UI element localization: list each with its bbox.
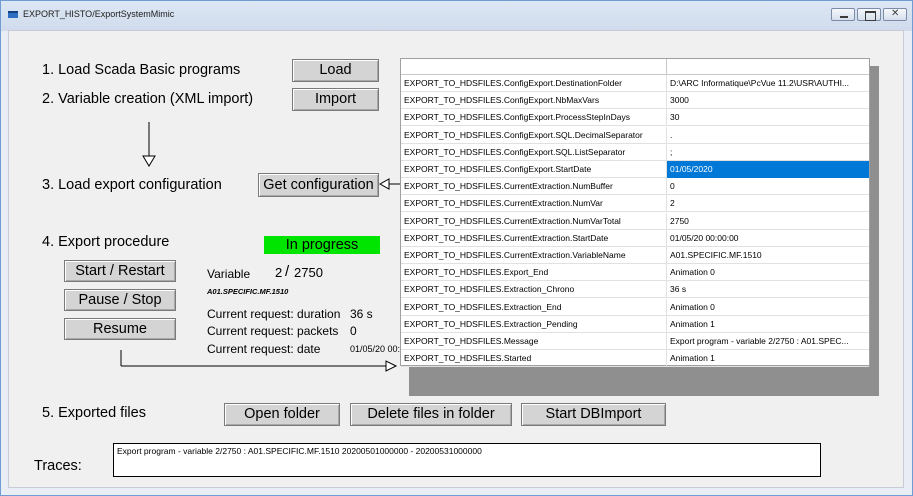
row-name-cell: EXPORT_TO_HDSFILES.Extraction_Pending xyxy=(404,318,578,329)
row-value-cell: . xyxy=(666,126,869,144)
table-row[interactable]: EXPORT_TO_HDSFILES.ConfigExport.StartDat… xyxy=(401,161,869,178)
row-name-cell: EXPORT_TO_HDSFILES.ConfigExport.StartDat… xyxy=(404,164,592,174)
table-row[interactable]: EXPORT_TO_HDSFILES.Extraction_Pending Ani… xyxy=(401,315,869,333)
row-value-cell: 2750 xyxy=(666,212,869,230)
config-arrow-head xyxy=(378,178,390,190)
row-value-cell: 01/05/2020 xyxy=(666,161,869,178)
table-row[interactable]: EXPORT_TO_HDSFILES.CurrentExtraction.Num… xyxy=(401,212,869,230)
table-arrow xyxy=(120,350,398,372)
row-value-cell: ; xyxy=(666,143,869,161)
table-row[interactable]: EXPORT_TO_HDSFILES.CurrentExtraction.Num… xyxy=(401,178,869,196)
row-name-cell: EXPORT_TO_HDSFILES.CurrentExtraction.Num… xyxy=(404,198,603,209)
row-value-cell: 2 xyxy=(666,195,869,213)
table-row[interactable]: EXPORT_TO_HDSFILES.CurrentExtraction.Num… xyxy=(401,195,869,213)
row-name-cell: EXPORT_TO_HDSFILES.CurrentExtraction.Sta… xyxy=(404,232,609,243)
row-name-cell: EXPORT_TO_HDSFILES.Extraction_End xyxy=(404,301,562,312)
table-row[interactable]: EXPORT_TO_HDSFILES.Extraction_Chrono 36 s xyxy=(401,281,869,299)
row-name-cell: EXPORT_TO_HDSFILES.Extraction_Chrono xyxy=(404,284,575,295)
row-name-cell: EXPORT_TO_HDSFILES.ConfigExport.ProcessS… xyxy=(404,112,630,123)
table-row[interactable]: EXPORT_TO_HDSFILES.CurrentExtraction.Sta… xyxy=(401,229,869,247)
row-name-cell: EXPORT_TO_HDSFILES.Message xyxy=(404,336,539,346)
traces-label: Traces: xyxy=(34,458,82,474)
row-value-cell: D:\ARC Informatique\PcVue 11.2\USR\AUTHI… xyxy=(666,75,869,92)
row-value-cell: 36 s xyxy=(666,281,869,299)
down-arrow-head xyxy=(142,155,156,167)
row-name-cell: EXPORT_TO_HDSFILES.ConfigExport.SQL.List… xyxy=(404,146,626,157)
row-value-cell: Animation 1 xyxy=(666,315,869,333)
table-row[interactable]: EXPORT_TO_HDSFILES.ConfigExport.SQL.Deci… xyxy=(401,126,869,144)
row-name-cell: EXPORT_TO_HDSFILES.CurrentExtraction.Num… xyxy=(404,181,613,192)
table-row[interactable]: EXPORT_TO_HDSFILES.Started Animation 1 xyxy=(401,350,869,368)
table-row[interactable]: EXPORT_TO_HDSFILES.ConfigExport.SQL.List… xyxy=(401,143,869,161)
row-name-cell: EXPORT_TO_HDSFILES.ConfigExport.NbMaxVar… xyxy=(404,95,600,106)
row-value-cell: Animation 0 xyxy=(666,264,869,282)
row-name-cell: EXPORT_TO_HDSFILES.ConfigExport.Destinat… xyxy=(404,78,622,88)
table-row[interactable]: EXPORT_TO_HDSFILES.Export_End Animation 0 xyxy=(401,264,869,282)
row-name-cell: EXPORT_TO_HDSFILES.CurrentExtraction.Num… xyxy=(404,215,621,226)
row-value-cell: 3000 xyxy=(666,92,869,110)
row-value-cell: 01/05/20 00:00:00 xyxy=(666,229,869,247)
table-row[interactable]: EXPORT_TO_HDSFILES.CurrentExtraction.Var… xyxy=(401,247,869,264)
table-row[interactable]: EXPORT_TO_HDSFILES.Message Export program… xyxy=(401,333,869,350)
row-value-cell: Export program - variable 2/2750 : A01.S… xyxy=(666,333,869,350)
row-name-cell: EXPORT_TO_HDSFILES.ConfigExport.SQL.Deci… xyxy=(404,129,643,140)
row-name-cell: EXPORT_TO_HDSFILES.Started xyxy=(404,353,532,364)
table-arrow-head xyxy=(385,360,398,372)
config-arrow xyxy=(378,178,402,190)
row-value-cell: 30 xyxy=(666,109,869,127)
config-table[interactable]: EXPORT_TO_HDSFILES.ConfigExport.Destinat… xyxy=(400,58,870,368)
down-arrow xyxy=(142,122,156,167)
row-name-cell: EXPORT_TO_HDSFILES.CurrentExtraction.Var… xyxy=(404,250,626,260)
traces-output[interactable]: Export program - variable 2/2750 : A01.S… xyxy=(113,443,821,477)
row-value-cell: 0 xyxy=(666,178,869,196)
table-header xyxy=(401,59,869,75)
row-value-cell: Animation 1 xyxy=(666,350,869,368)
table-row[interactable]: EXPORT_TO_HDSFILES.ConfigExport.Destinat… xyxy=(401,75,869,92)
row-value-cell: A01.SPECIFIC.MF.1510 xyxy=(666,247,869,264)
table-row[interactable]: EXPORT_TO_HDSFILES.Extraction_End Animati… xyxy=(401,298,869,316)
table-row[interactable]: EXPORT_TO_HDSFILES.ConfigExport.ProcessS… xyxy=(401,109,869,127)
row-name-cell: EXPORT_TO_HDSFILES.Export_End xyxy=(404,267,549,278)
row-value-cell: Animation 0 xyxy=(666,298,869,316)
table-row[interactable]: EXPORT_TO_HDSFILES.ConfigExport.NbMaxVar… xyxy=(401,92,869,110)
